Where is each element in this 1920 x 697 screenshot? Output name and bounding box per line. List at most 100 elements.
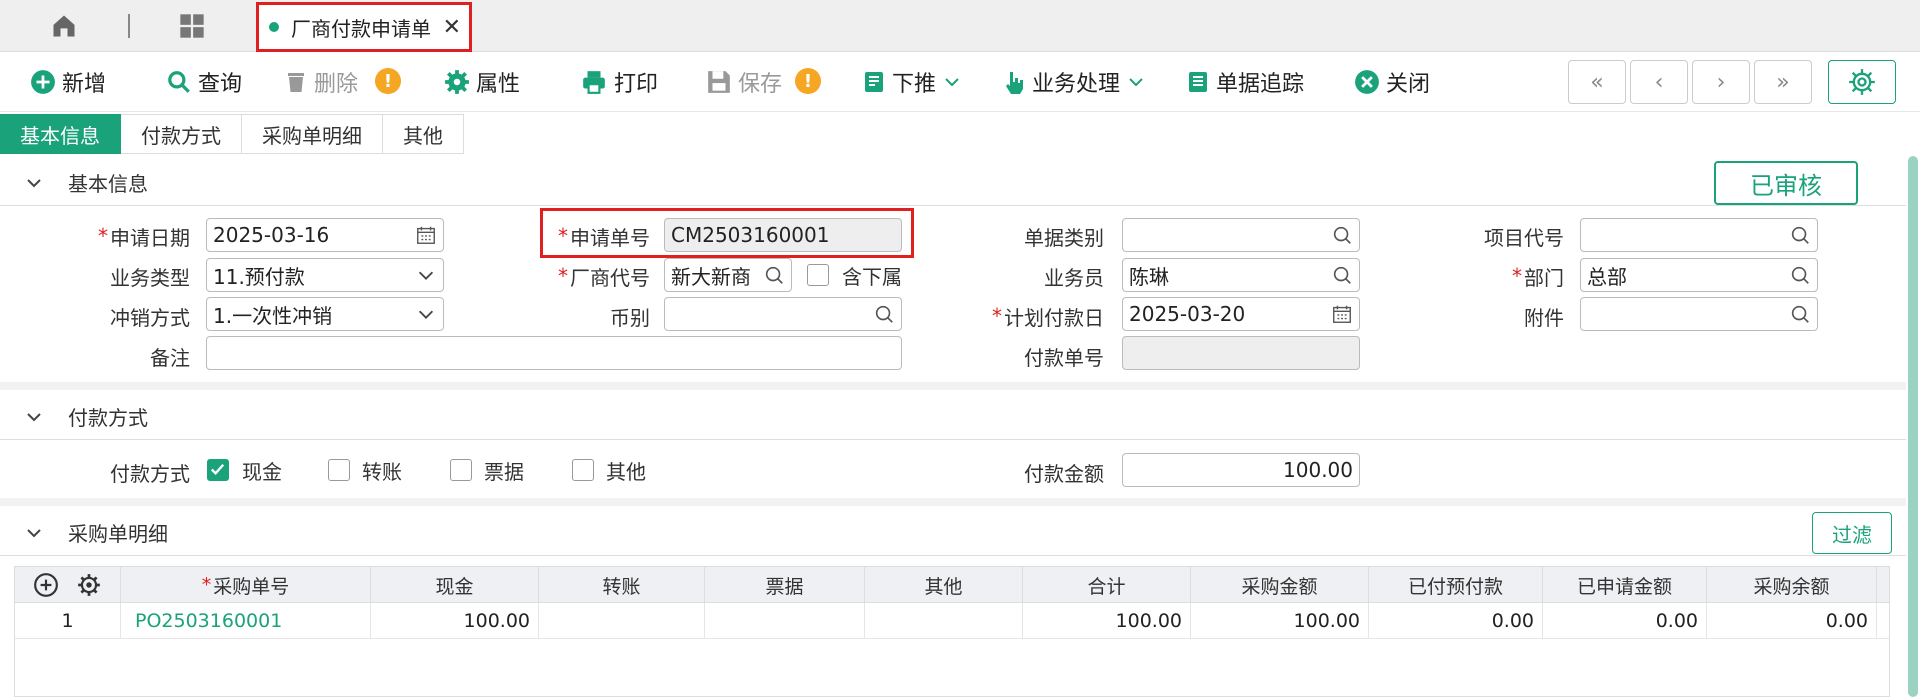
home-icon[interactable] [50,12,78,40]
apps-grid-icon[interactable] [178,12,206,40]
add-button-label: 新增 [62,72,107,97]
col-purchase-amount[interactable]: 采购金额 [1191,567,1369,603]
search-icon[interactable] [1789,264,1811,286]
previous-record-button[interactable]: ‹ [1630,60,1688,104]
col-total[interactable]: 合计 [1023,567,1191,603]
vendor-field[interactable]: 新大新商 [664,258,792,292]
dept-field[interactable]: 总部 [1580,258,1818,292]
apply-date-field[interactable]: 2025-03-16 [206,218,444,252]
doc-type-label: 单据类别 [1024,225,1104,250]
col-transfer[interactable]: 转账 [539,567,705,603]
section-gap [0,498,1906,506]
currency-field[interactable] [664,297,902,331]
payment-title: 付款方式 [68,406,148,430]
search-icon[interactable] [763,264,785,286]
transfer-cell[interactable] [539,603,705,639]
cash-checkbox[interactable] [207,459,229,481]
plan-date-field[interactable]: 2025-03-20 [1122,297,1360,331]
grid-header: * 采购单号 现金 转账 票据 其他 合计 采购金额 已付预付款 已申请金额 采购… [15,567,1889,603]
pay-no-field[interactable] [1122,336,1360,370]
delete-button[interactable]: 删除 [284,66,358,98]
attach-field[interactable] [1580,297,1818,331]
other-cell[interactable] [865,603,1023,639]
basic-info-header[interactable]: 基本信息 [0,160,1906,206]
biz-type-select[interactable]: 11.预付款 [206,258,444,292]
calendar-icon[interactable] [1331,303,1353,325]
close-tab-icon[interactable]: ✕ [443,15,461,40]
next-record-button[interactable]: › [1692,60,1750,104]
col-balance[interactable]: 采购余额 [1707,567,1877,603]
search-icon[interactable] [1789,224,1811,246]
properties-button[interactable]: 属性 [444,66,520,98]
offset-select[interactable]: 1.一次性冲销 [206,297,444,331]
tab-basic-info[interactable]: 基本信息 [0,114,121,154]
search-icon[interactable] [1331,224,1353,246]
settings-button[interactable] [1828,60,1896,104]
calendar-icon[interactable] [415,224,437,246]
col-prepaid[interactable]: 已付预付款 [1369,567,1543,603]
other-checkbox[interactable] [572,459,594,481]
vertical-scrollbar[interactable] [1906,156,1920,697]
save-button[interactable]: 保存 [706,66,782,98]
filter-button[interactable]: 过滤 [1812,512,1892,554]
close-button[interactable]: 关闭 [1354,66,1430,98]
save-warning-icon[interactable]: ! [795,68,821,94]
print-button[interactable]: 打印 [580,66,658,98]
pay-amount-field[interactable]: 100.00 [1122,453,1360,487]
column-settings-icon[interactable] [76,572,102,598]
cash-label: 现金 [242,459,282,484]
col-applied[interactable]: 已申请金额 [1543,567,1707,603]
last-record-button[interactable]: » [1754,60,1812,104]
cash-cell[interactable]: 100.00 [371,603,539,639]
collapse-chevron-icon[interactable] [26,411,42,423]
dept-label: * 部门 [1512,264,1564,290]
chevron-down-icon [418,310,434,319]
search-icon[interactable] [873,303,895,325]
purchase-no-link[interactable]: PO2503160001 [121,603,371,639]
search-icon[interactable] [1331,264,1353,286]
push-down-button[interactable]: 下推 [862,66,966,98]
print-button-label: 打印 [614,72,659,97]
remark-field[interactable] [206,336,902,370]
tab-other[interactable]: 其他 [383,114,464,154]
document-trace-button[interactable]: 单据追踪 [1186,66,1304,98]
collapse-chevron-icon[interactable] [26,177,42,189]
doc-type-field[interactable] [1122,218,1360,252]
save-disk-icon [708,71,730,93]
remark-label: 备注 [150,345,190,370]
purchase-detail-header[interactable]: 采购单明细 [0,510,1906,556]
delete-warning-icon[interactable]: ! [375,68,401,94]
attach-label: 附件 [1524,305,1564,330]
first-record-button[interactable]: « [1568,60,1626,104]
query-button[interactable]: 查询 [166,66,242,98]
project-field[interactable] [1580,218,1818,252]
business-process-button[interactable]: 业务处理 [1002,66,1150,98]
col-bill[interactable]: 票据 [705,567,865,603]
tab-payment-method[interactable]: 付款方式 [121,114,242,154]
col-cash[interactable]: 现金 [371,567,539,603]
salesman-field[interactable]: 陈琳 [1122,258,1360,292]
highlight-box [540,208,914,258]
bill-cell[interactable] [705,603,865,639]
add-row-icon[interactable] [33,572,59,598]
payment-method-label: 付款方式 [110,461,190,486]
scrollbar-thumb[interactable] [1908,156,1918,697]
table-row[interactable]: 1 PO2503160001 100.00 100.00 100.00 0.00… [15,603,1889,639]
add-button[interactable]: 新增 [30,66,106,98]
tab-separator [128,14,130,38]
payment-header[interactable]: 付款方式 [0,394,1906,440]
collapse-chevron-icon[interactable] [26,527,42,539]
plan-date-value: 2025-03-20 [1129,302,1246,326]
pay-amount-value: 100.00 [1283,458,1353,482]
tab-status-dot [269,22,279,32]
col-other[interactable]: 其他 [865,567,1023,603]
bill-checkbox[interactable] [450,459,472,481]
col-purchase-no[interactable]: * 采购单号 [121,567,371,603]
transfer-checkbox[interactable] [328,459,350,481]
tab-purchase-detail[interactable]: 采购单明细 [242,114,383,154]
search-icon[interactable] [1789,303,1811,325]
document-tab[interactable]: 厂商付款申请单 ✕ [256,2,472,52]
include-sub-checkbox[interactable] [807,264,829,286]
chevron-down-icon [1129,78,1143,87]
purchase-detail-title: 采购单明细 [68,522,168,546]
